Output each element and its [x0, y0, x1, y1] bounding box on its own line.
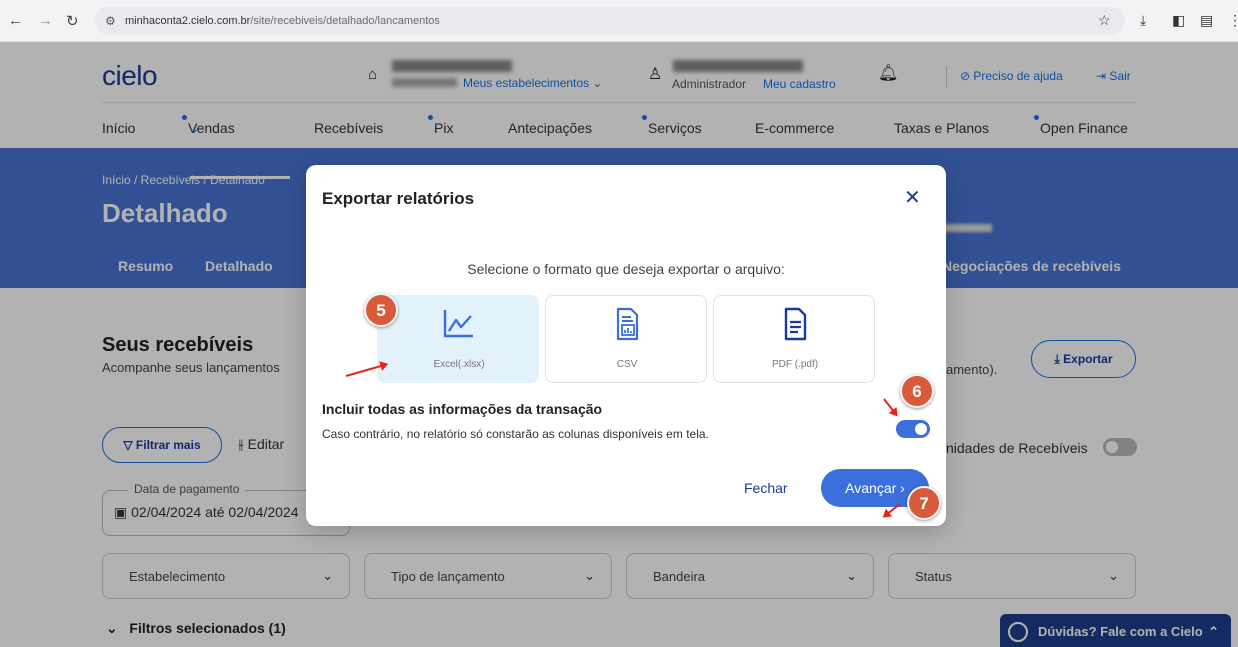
extension-icon[interactable]: ▤ [1200, 12, 1213, 29]
dialog-prompt: Selecione o formato que deseja exportar … [467, 261, 785, 277]
annotation-badge: 7 [907, 486, 941, 520]
format-option-excel[interactable]: Excel(.xlsx) [377, 295, 539, 383]
download-icon[interactable]: ⤓ [1140, 12, 1146, 29]
close-button[interactable]: Fechar [744, 480, 788, 496]
format-option-pdf[interactable]: PDF (.pdf) [713, 295, 875, 383]
forward-icon[interactable]: → [38, 12, 53, 29]
format-label: Excel(.xlsx) [433, 359, 485, 370]
format-label: CSV [616, 359, 638, 370]
site-settings-icon[interactable]: ⚙ [105, 7, 116, 35]
annotation-badge: 6 [900, 374, 934, 408]
close-icon[interactable]: ✕ [904, 185, 921, 210]
format-label: PDF (.pdf) [771, 359, 819, 370]
reload-icon[interactable]: ↻ [66, 12, 79, 30]
browser-toolbar: ← → ↻ ⚙ minhaconta2.cielo.com.br/site/re… [0, 0, 1238, 42]
csv-file-icon [546, 306, 708, 347]
include-all-description: Caso contrário, no relatório só constarã… [322, 427, 709, 441]
url-path: /site/recebiveis/detalhado/lancamentos [250, 15, 440, 27]
dialog-title: Exportar relatórios [322, 189, 475, 208]
bookmark-star-icon[interactable]: ☆ [1098, 12, 1111, 29]
address-bar[interactable]: ⚙ minhaconta2.cielo.com.br/site/recebive… [95, 7, 1125, 35]
include-all-title: Incluir todas as informações da transaçã… [322, 401, 603, 417]
sidepanel-icon[interactable]: ◧ [1172, 12, 1185, 29]
export-dialog: Exportar relatórios ✕ Selecione o format… [306, 165, 946, 526]
include-all-toggle[interactable] [896, 420, 930, 438]
back-icon[interactable]: ← [8, 12, 23, 29]
url-host: minhaconta2.cielo.com.br [125, 15, 251, 27]
format-option-csv[interactable]: CSV [545, 295, 707, 383]
annotation-badge: 5 [364, 293, 398, 327]
document-icon [714, 306, 876, 347]
chart-line-icon [378, 306, 540, 347]
menu-icon[interactable]: ⋮ [1228, 12, 1238, 29]
